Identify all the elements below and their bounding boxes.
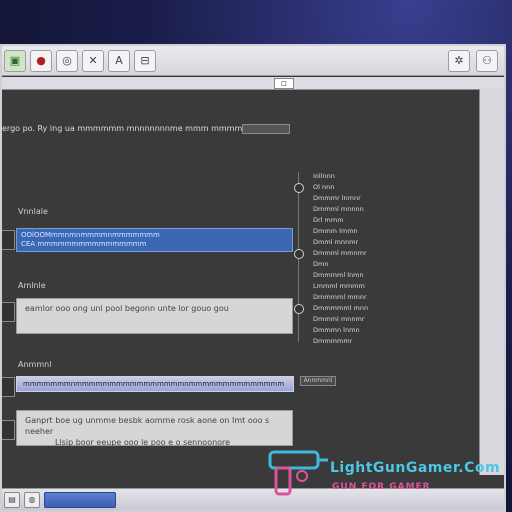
tree-item-label: Ol nnn <box>313 183 335 191</box>
tree-item[interactable]: Dmmmmml mnn <box>294 304 389 315</box>
tree-node-toggle-icon[interactable] <box>294 249 304 259</box>
tools-icon[interactable]: ✕ <box>82 49 104 72</box>
selected-list-item[interactable]: OOlOOMmmnmnmmmmnmmmmmmm CEA mmmmmmmmmmmm… <box>16 228 293 252</box>
tree-item[interactable]: Dmmm lmmn <box>299 227 389 238</box>
tree-item[interactable]: Dmml mnnmr <box>299 238 389 249</box>
expand-toggle-2[interactable] <box>2 302 15 322</box>
tree-item-label: Dmmm lmmn <box>313 227 358 235</box>
tree-item-label: Dmmmmmr <box>313 337 353 345</box>
tree-item-label: Lmmml mmmm <box>313 282 365 290</box>
main-panel: ergo po. Ry ing ua mmmmmm mnnnnnnnme mmm… <box>2 90 482 470</box>
tree-item-label: Dmmml mnnnn <box>313 205 364 213</box>
tree-item-label: Dmml mnnmr <box>313 238 359 246</box>
tree-item[interactable]: Drl mmm <box>299 216 389 227</box>
users-icon[interactable]: ⚇ <box>476 49 498 72</box>
tree-item[interactable]: Dmn <box>299 260 389 271</box>
tree-item-label: Dmmml mmnmr <box>313 249 367 257</box>
description-text-2b: Llsip boor eeupe ooo le poo e o sennoono… <box>55 438 231 447</box>
tree-item-label: Dmmmmml mnn <box>313 304 369 312</box>
tree-item[interactable]: Ol nnn <box>294 183 389 194</box>
path-input[interactable]: □ <box>274 78 294 89</box>
tree-item[interactable]: Dmmmml mmnr <box>299 293 389 304</box>
description-text-1: eamlor ooo ong unl pool begonn unte lor … <box>25 304 229 313</box>
path-bar: □ <box>2 77 504 90</box>
tree-item-label: Dmn <box>313 260 329 268</box>
toolbar-right: ✲ ⚇ <box>448 49 504 72</box>
description-text-2a: Ganprt boe ug unmme besbk aomme rosk aon… <box>25 416 270 436</box>
app-window: ▣ ● ◎ ✕ A ⊟ ✲ ⚇ □ ergo po. Ry ing ua mmmmmm mnn… <box>0 44 506 512</box>
globe-icon[interactable]: ◎ <box>56 49 78 72</box>
tree-item[interactable]: Dmmmml lnmn <box>299 271 389 282</box>
heading-input[interactable] <box>242 124 290 134</box>
font-icon[interactable]: A <box>108 49 130 72</box>
tree-item[interactable]: Dmmmmmr <box>299 337 389 348</box>
toolbar: ▣ ● ◎ ✕ A ⊟ ✲ ⚇ <box>2 46 504 76</box>
tree-item-label: Dmmmn lnmn <box>313 326 360 334</box>
selected-item-line-2: CEA mmmmmmmmmmmmmmmm <box>21 240 147 248</box>
tree-item-label: Dmmmr lnmnr <box>313 194 361 202</box>
tree-item-label: Drl mmm <box>313 216 344 224</box>
stop-icon[interactable]: ● <box>30 49 52 72</box>
tree-item[interactable]: Lmmml mmmm <box>299 282 389 293</box>
tree-item[interactable]: Dmmml mnnnn <box>299 205 389 216</box>
tree-item[interactable]: Iollnnn <box>299 172 389 183</box>
desktop-icon[interactable]: ▤ <box>4 491 20 508</box>
expand-toggle-4[interactable] <box>2 420 15 440</box>
tree-view: Iollnnn Ol nnn Dmmmr lnmnr Dmmml mnnnn Drl m… <box>294 172 389 345</box>
description-box-2[interactable]: Ganprt boe ug unmme besbk aomme rosk aon… <box>16 410 293 447</box>
tree-node-toggle-icon[interactable] <box>294 304 304 314</box>
active-task-button[interactable] <box>44 491 116 508</box>
tree-item[interactable]: Dmmml mnnmr <box>299 315 389 326</box>
tree-item-label: Iollnnn <box>313 172 335 180</box>
section-label-1: Vnnlale <box>18 207 48 216</box>
expand-toggle-1[interactable] <box>2 230 15 250</box>
selected-item-line-1: OOlOOMmmnmnmmmmnmmmmmmm <box>21 231 160 239</box>
globe-icon[interactable]: ◍ <box>24 491 40 508</box>
apply-button[interactable]: Annmmnl <box>300 376 336 386</box>
expand-toggle-3[interactable] <box>2 377 15 397</box>
description-box-1[interactable]: eamlor ooo ong unl pool begonn unte lor … <box>16 298 293 334</box>
tree-item-label: Dmmmml mmnr <box>313 293 367 301</box>
tree-item[interactable]: Dmmmn lnmn <box>299 326 389 337</box>
tree-item-label: Dmmml mnnmr <box>313 315 365 323</box>
gear-icon[interactable]: ✲ <box>448 49 470 72</box>
save-icon[interactable]: ⊟ <box>134 49 156 72</box>
tree-item[interactable]: Dmmmr lnmnr <box>299 194 389 205</box>
taskbar: ▤ ◍ <box>2 488 504 510</box>
tree-item-label: Dmmmml lnmn <box>313 271 364 279</box>
page-title: ergo po. Ry ing ua mmmmmm mnnnnnnnme mmm… <box>2 124 264 133</box>
section-label-3: Anmmnl <box>18 360 52 369</box>
monitor-icon[interactable]: ▣ <box>4 49 26 72</box>
section-label-2: Amlnle <box>18 281 46 290</box>
tree-node-toggle-icon[interactable] <box>294 183 304 193</box>
tree-item[interactable]: Dmmml mmnmr <box>294 249 389 260</box>
text-input[interactable]: mmmmmmmnmmmmmmmmmmmmmmmmnmmmmmmmmmmmmmm <box>16 376 294 392</box>
vertical-scrollbar[interactable] <box>479 89 504 475</box>
